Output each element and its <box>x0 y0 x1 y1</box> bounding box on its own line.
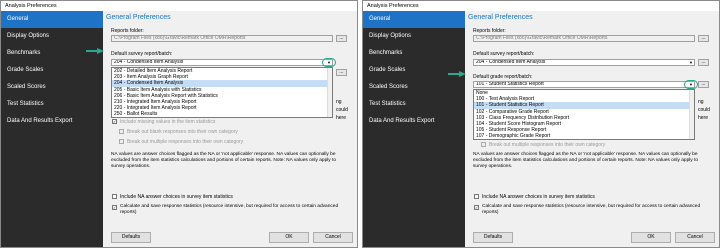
browse-button-2[interactable]: ... <box>698 59 709 66</box>
page-title: General Preferences <box>468 14 533 21</box>
include-na-checkbox[interactable] <box>474 194 479 199</box>
partial-text-ng: ng <box>336 99 342 105</box>
page-title: General Preferences <box>106 14 171 21</box>
dropdown-option[interactable]: 250 - Ballot Results <box>112 111 332 117</box>
browse-button-2[interactable]: ... <box>336 69 347 76</box>
browse-button[interactable]: ... <box>336 35 347 42</box>
include-na-label: Include NA answer choices in survey item… <box>482 194 595 200</box>
sidebar-item-benchmarks[interactable]: Benchmarks <box>363 45 465 62</box>
cancel-button[interactable]: Cancel <box>675 232 715 243</box>
preferences-window-left: Analysis Preferences General Display Opt… <box>0 0 358 248</box>
grade-report-select[interactable]: 101 - Student Statistics Report ▼ <box>473 81 695 88</box>
annotation-arrow-icon <box>459 71 466 77</box>
sidebar-item-test-statistics[interactable]: Test Statistics <box>363 96 465 113</box>
sidebar-item-benchmarks[interactable]: Benchmarks <box>1 45 103 62</box>
calc-save-checkbox[interactable]: ✓ <box>112 205 117 210</box>
grade-report-dropdown: None 100 - Test Analysis Report 101 - St… <box>473 89 695 140</box>
chevron-down-icon[interactable]: ▼ <box>688 60 694 65</box>
general-preferences-panel: General Preferences Reports folder: C:\P… <box>465 11 719 247</box>
dropdown-option[interactable]: 107 - Demographic Grade Report <box>474 133 694 139</box>
break-multiple-label: Break out multiple responses into their … <box>127 139 244 145</box>
browse-button-3[interactable]: ... <box>698 81 709 88</box>
defaults-button[interactable]: Defaults <box>111 232 151 243</box>
sidebar-item-general[interactable]: General <box>363 11 465 28</box>
general-preferences-panel: General Preferences Reports folder: C:\P… <box>103 11 357 247</box>
window-title: Analysis Preferences <box>363 1 719 11</box>
reports-folder-field[interactable]: C:\Program Files (x86)\Gravic\Remark Off… <box>111 35 333 42</box>
sidebar: General Display Options Benchmarks Grade… <box>1 11 103 247</box>
cancel-button[interactable]: Cancel <box>313 232 353 243</box>
break-blank-checkbox[interactable] <box>119 129 124 134</box>
calc-save-label: Calculate and save response statistics (… <box>482 204 701 215</box>
break-multiple-checkbox[interactable] <box>481 142 486 147</box>
sidebar: General Display Options Benchmarks Grade… <box>363 11 465 247</box>
calc-save-label: Calculate and save response statistics (… <box>120 204 339 215</box>
survey-report-select[interactable]: 204 - Condensed Item Analysis ▼ <box>473 59 695 66</box>
partial-text-ng: ng <box>698 99 704 105</box>
na-description: NA values are answer choices flagged as … <box>111 152 337 169</box>
sidebar-item-grade-scales[interactable]: Grade Scales <box>363 62 465 79</box>
annotation-circle <box>684 80 698 89</box>
reports-folder-field[interactable]: C:\Program Files (x86)\Gravic\Remark Off… <box>473 35 695 42</box>
sidebar-item-scaled-scores[interactable]: Scaled Scores <box>363 79 465 96</box>
partial-text-could: could <box>336 107 348 113</box>
include-na-label: Include NA answer choices in survey item… <box>120 194 233 200</box>
grade-report-value: 101 - Student Statistics Report <box>476 81 544 87</box>
window-title: Analysis Preferences <box>1 1 357 11</box>
partial-text-here: here <box>698 115 709 121</box>
survey-report-dropdown: 202 - Detailed Item Analysis Report 203 … <box>111 67 333 118</box>
grade-report-label: Default grade report/batch: <box>473 74 533 80</box>
survey-report-label: Default survey report/batch: <box>111 51 173 57</box>
annotation-circle <box>322 58 336 67</box>
annotation-arrow-icon <box>97 48 104 54</box>
sidebar-item-general[interactable]: General <box>1 11 103 28</box>
ok-button[interactable]: OK <box>269 232 309 243</box>
survey-report-label: Default survey report/batch: <box>473 51 535 57</box>
ok-button[interactable]: OK <box>631 232 671 243</box>
sidebar-item-display-options[interactable]: Display Options <box>1 28 103 45</box>
sidebar-item-data-export[interactable]: Data And Results Export <box>363 113 465 130</box>
dropdown-scrollbar[interactable] <box>327 68 332 117</box>
survey-report-select[interactable]: 204 - Condensed Item Analysis ▼ <box>111 59 333 66</box>
dropdown-scrollbar[interactable] <box>689 90 694 139</box>
na-description: NA values are answer choices flagged as … <box>473 152 699 169</box>
browse-button[interactable]: ... <box>698 35 709 42</box>
partial-text-could: could <box>698 107 710 113</box>
reports-folder-label: Reports folder: <box>473 28 506 34</box>
sidebar-item-scaled-scores[interactable]: Scaled Scores <box>1 79 103 96</box>
survey-report-value: 204 - Condensed Item Analysis <box>476 59 546 65</box>
break-multiple-label: Break out multiple responses into their … <box>489 142 606 148</box>
sidebar-item-grade-scales[interactable]: Grade Scales <box>1 62 103 79</box>
break-blank-label: Break out blank responses into their own… <box>127 129 238 135</box>
break-multiple-checkbox[interactable] <box>119 139 124 144</box>
partial-text-here: here <box>336 115 347 121</box>
missing-values-checkbox[interactable]: ✓ <box>112 119 117 124</box>
sidebar-item-data-export[interactable]: Data And Results Export <box>1 113 103 130</box>
reports-folder-label: Reports folder: <box>111 28 144 34</box>
include-na-checkbox[interactable] <box>112 194 117 199</box>
defaults-button[interactable]: Defaults <box>473 232 513 243</box>
missing-values-label: Include missing values in the item stati… <box>120 119 216 125</box>
survey-report-value: 204 - Condensed Item Analysis <box>114 59 184 65</box>
sidebar-item-display-options[interactable]: Display Options <box>363 28 465 45</box>
sidebar-item-test-statistics[interactable]: Test Statistics <box>1 96 103 113</box>
preferences-window-right: Analysis Preferences General Display Opt… <box>362 0 720 248</box>
calc-save-checkbox[interactable]: ✓ <box>474 205 479 210</box>
